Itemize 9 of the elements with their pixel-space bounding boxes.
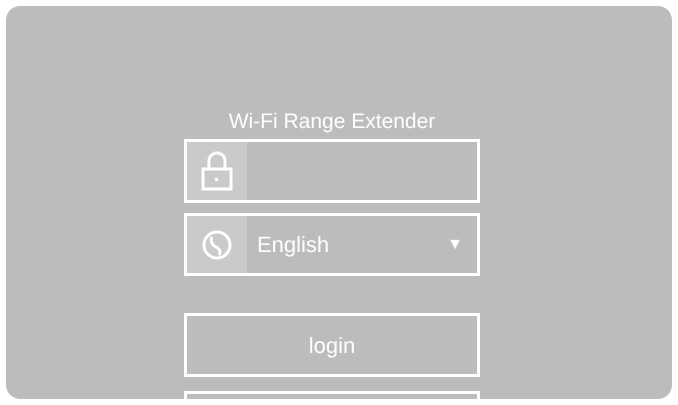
lock-icon — [201, 150, 233, 191]
dropdown-arrow: ▼ — [447, 234, 463, 255]
page-title: Wi-Fi Range Extender — [228, 109, 436, 135]
language-value: English — [257, 231, 330, 260]
second-button[interactable] — [184, 391, 480, 399]
password-field[interactable] — [184, 139, 480, 203]
language-select[interactable]: English ▼ — [184, 212, 480, 276]
globe-icon — [201, 228, 233, 261]
login-button[interactable]: login — [184, 313, 480, 378]
